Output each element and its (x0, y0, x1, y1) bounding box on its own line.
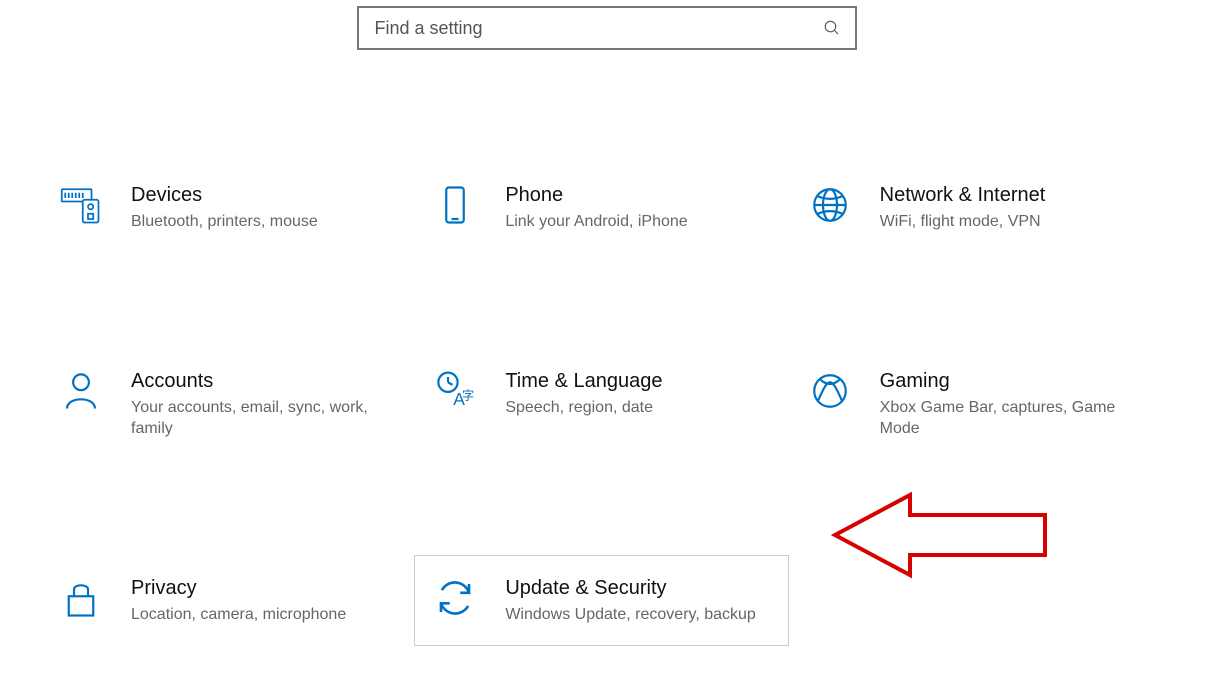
tile-texts: Update & Security Windows Update, recove… (505, 576, 779, 626)
lock-icon (59, 576, 103, 620)
phone-icon (433, 183, 477, 227)
tile-title: Update & Security (505, 576, 759, 600)
tile-desc: Location, camera, microphone (131, 604, 385, 626)
tile-desc: Windows Update, recovery, backup (505, 604, 759, 626)
search-bar-wrap: Find a setting (0, 0, 1213, 50)
tile-desc: Bluetooth, printers, mouse (131, 211, 385, 233)
time-language-icon: A 字 (433, 369, 477, 413)
globe-icon (808, 183, 852, 227)
tile-phone[interactable]: Phone Link your Android, iPhone (424, 170, 788, 246)
tile-texts: Privacy Location, camera, microphone (131, 576, 405, 626)
tile-gaming[interactable]: Gaming Xbox Game Bar, captures, Game Mod… (799, 356, 1163, 453)
xbox-icon (808, 369, 852, 413)
tile-desc: Link your Android, iPhone (505, 211, 759, 233)
sync-icon (433, 576, 477, 620)
tile-title: Privacy (131, 576, 385, 600)
tile-title: Network & Internet (880, 183, 1134, 207)
tile-devices[interactable]: Devices Bluetooth, printers, mouse (50, 170, 414, 246)
tile-texts: Network & Internet WiFi, flight mode, VP… (880, 183, 1154, 233)
tile-texts: Gaming Xbox Game Bar, captures, Game Mod… (880, 369, 1154, 440)
tile-title: Gaming (880, 369, 1134, 393)
tile-texts: Phone Link your Android, iPhone (505, 183, 779, 233)
tile-title: Accounts (131, 369, 385, 393)
search-placeholder: Find a setting (375, 18, 823, 39)
tile-desc: Xbox Game Bar, captures, Game Mode (880, 397, 1134, 440)
tile-time-language[interactable]: A 字 Time & Language Speech, region, date (424, 356, 788, 453)
tile-title: Devices (131, 183, 385, 207)
tile-title: Time & Language (505, 369, 759, 393)
search-input[interactable]: Find a setting (357, 6, 857, 50)
tile-update-security[interactable]: Update & Security Windows Update, recove… (414, 555, 788, 647)
tile-texts: Devices Bluetooth, printers, mouse (131, 183, 405, 233)
tile-desc: Your accounts, email, sync, work, family (131, 397, 385, 440)
tile-desc: Speech, region, date (505, 397, 759, 419)
tile-desc: WiFi, flight mode, VPN (880, 211, 1134, 233)
tile-texts: Time & Language Speech, region, date (505, 369, 779, 419)
tile-network[interactable]: Network & Internet WiFi, flight mode, VP… (799, 170, 1163, 246)
tile-texts: Accounts Your accounts, email, sync, wor… (131, 369, 405, 440)
devices-icon (59, 183, 103, 227)
annotation-arrow (830, 490, 1050, 580)
tile-title: Phone (505, 183, 759, 207)
tile-accounts[interactable]: Accounts Your accounts, email, sync, wor… (50, 356, 414, 453)
svg-text:字: 字 (462, 387, 474, 402)
person-icon (59, 369, 103, 413)
search-icon (823, 19, 841, 37)
tile-privacy[interactable]: Privacy Location, camera, microphone (50, 563, 414, 647)
